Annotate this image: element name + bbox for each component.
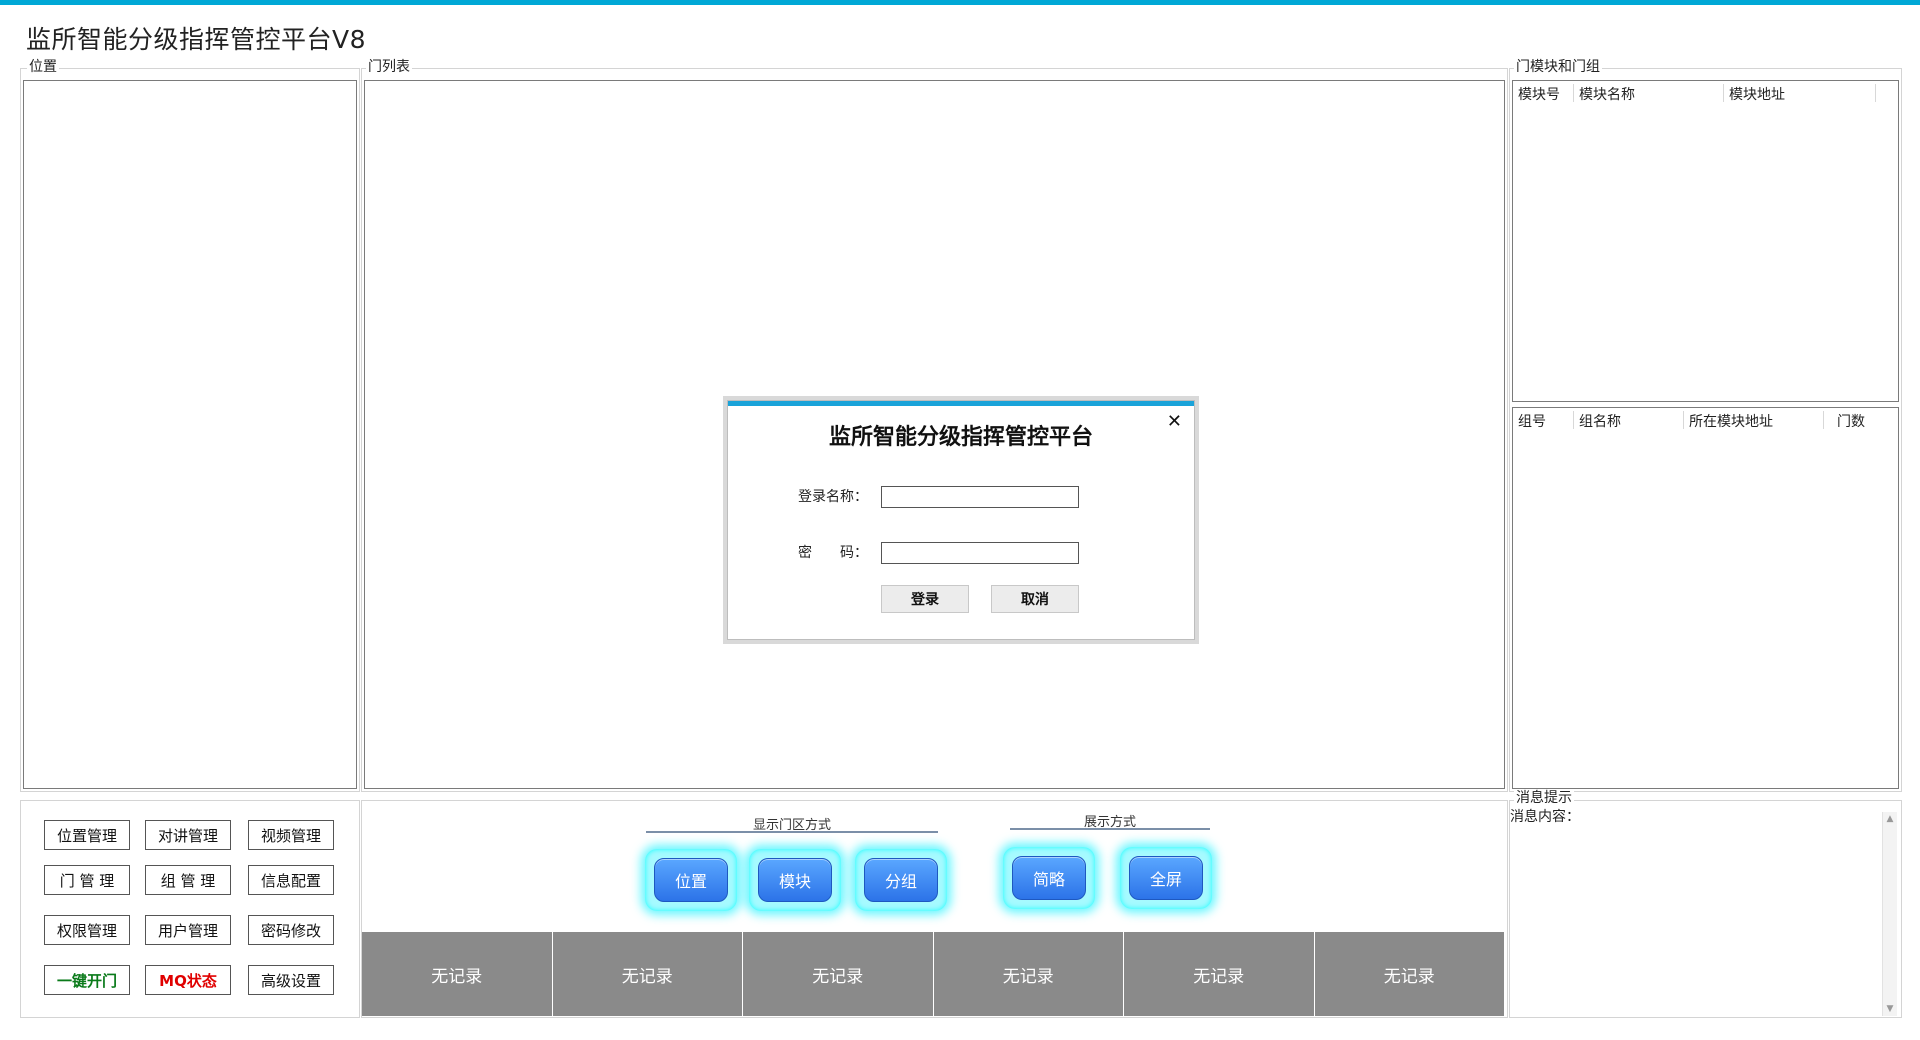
- group-table[interactable]: 组号 组名称 所在模块地址 门数: [1512, 407, 1899, 789]
- login-dialog-accent-bar: [728, 401, 1194, 406]
- permission-manage-button[interactable]: 权限管理: [44, 915, 130, 945]
- username-input[interactable]: [881, 486, 1079, 508]
- intercom-manage-button[interactable]: 对讲管理: [145, 820, 231, 850]
- display-by-module-label: 模块: [758, 858, 832, 902]
- brief-mode-label: 简略: [1012, 856, 1086, 900]
- app-title: 监所智能分级指挥管控平台V8: [26, 25, 367, 54]
- scroll-down-icon[interactable]: ▼: [1883, 1002, 1897, 1016]
- display-by-module-button[interactable]: 模块: [749, 849, 841, 911]
- show-mode-underline: [1010, 828, 1210, 830]
- group-col-door-count[interactable]: 门数: [1837, 411, 1865, 431]
- module-col-number[interactable]: 模块号: [1518, 84, 1560, 104]
- message-panel-outline: [1509, 800, 1902, 1018]
- group-manage-button[interactable]: 组 管 理: [145, 865, 231, 895]
- display-by-location-label: 位置: [654, 858, 728, 902]
- fullscreen-mode-label: 全屏: [1129, 856, 1203, 900]
- module-col-address[interactable]: 模块地址: [1729, 84, 1785, 104]
- module-table[interactable]: 模块号 模块名称 模块地址: [1512, 80, 1899, 402]
- message-content-label: 消息内容：: [1510, 809, 1580, 825]
- display-by-group-button[interactable]: 分组: [855, 849, 947, 911]
- username-label: 登录名称：: [798, 489, 868, 505]
- location-tree[interactable]: [23, 80, 357, 789]
- record-cell[interactable]: 无记录: [743, 932, 934, 1016]
- display-by-group-label: 分组: [864, 858, 938, 902]
- col-separator: [1683, 411, 1684, 429]
- display-area-underline: [646, 831, 938, 833]
- close-icon[interactable]: ✕: [1167, 411, 1182, 432]
- cancel-button[interactable]: 取消: [991, 585, 1079, 613]
- module-col-name[interactable]: 模块名称: [1579, 84, 1635, 104]
- col-separator: [1573, 411, 1574, 429]
- fullscreen-mode-button[interactable]: 全屏: [1120, 847, 1212, 909]
- col-separator: [1573, 84, 1574, 102]
- message-panel-label: 消息提示: [1514, 790, 1574, 806]
- change-password-button[interactable]: 密码修改: [248, 915, 334, 945]
- record-strip: 无记录 无记录 无记录 无记录 无记录 无记录: [362, 932, 1504, 1016]
- record-cell[interactable]: 无记录: [362, 932, 553, 1016]
- record-cell[interactable]: 无记录: [1315, 932, 1505, 1016]
- advanced-settings-button[interactable]: 高级设置: [248, 965, 334, 995]
- password-input[interactable]: [881, 542, 1079, 564]
- video-manage-button[interactable]: 视频管理: [248, 820, 334, 850]
- user-manage-button[interactable]: 用户管理: [145, 915, 231, 945]
- modules-groups-label: 门模块和门组: [1514, 59, 1602, 75]
- mq-status-button[interactable]: MQ状态: [145, 965, 231, 995]
- password-label: 密 码：: [798, 545, 868, 561]
- group-col-name[interactable]: 组名称: [1579, 411, 1621, 431]
- col-separator: [1875, 84, 1876, 102]
- message-scrollbar[interactable]: ▲ ▼: [1882, 812, 1897, 1016]
- login-button[interactable]: 登录: [881, 585, 969, 613]
- location-panel-label: 位置: [27, 59, 59, 75]
- record-cell[interactable]: 无记录: [553, 932, 743, 1016]
- location-manage-button[interactable]: 位置管理: [44, 820, 130, 850]
- login-dialog-title: 监所智能分级指挥管控平台: [828, 424, 1093, 450]
- record-cell[interactable]: 无记录: [934, 932, 1124, 1016]
- scroll-up-icon[interactable]: ▲: [1883, 812, 1897, 826]
- col-separator: [1723, 84, 1724, 102]
- login-dialog: 监所智能分级指挥管控平台 ✕ 登录名称： 密 码： 登录 取消: [727, 400, 1195, 640]
- col-separator: [1823, 411, 1824, 429]
- brief-mode-button[interactable]: 简略: [1003, 847, 1095, 909]
- door-manage-button[interactable]: 门 管 理: [44, 865, 130, 895]
- record-cell[interactable]: 无记录: [1124, 932, 1315, 1016]
- door-list-label: 门列表: [366, 59, 412, 75]
- info-config-button[interactable]: 信息配置: [248, 865, 334, 895]
- display-by-location-button[interactable]: 位置: [645, 849, 737, 911]
- top-accent-bar: [0, 0, 1920, 5]
- one-key-open-button[interactable]: 一键开门: [44, 965, 130, 995]
- group-col-number[interactable]: 组号: [1518, 411, 1546, 431]
- group-col-module-address[interactable]: 所在模块地址: [1689, 411, 1773, 431]
